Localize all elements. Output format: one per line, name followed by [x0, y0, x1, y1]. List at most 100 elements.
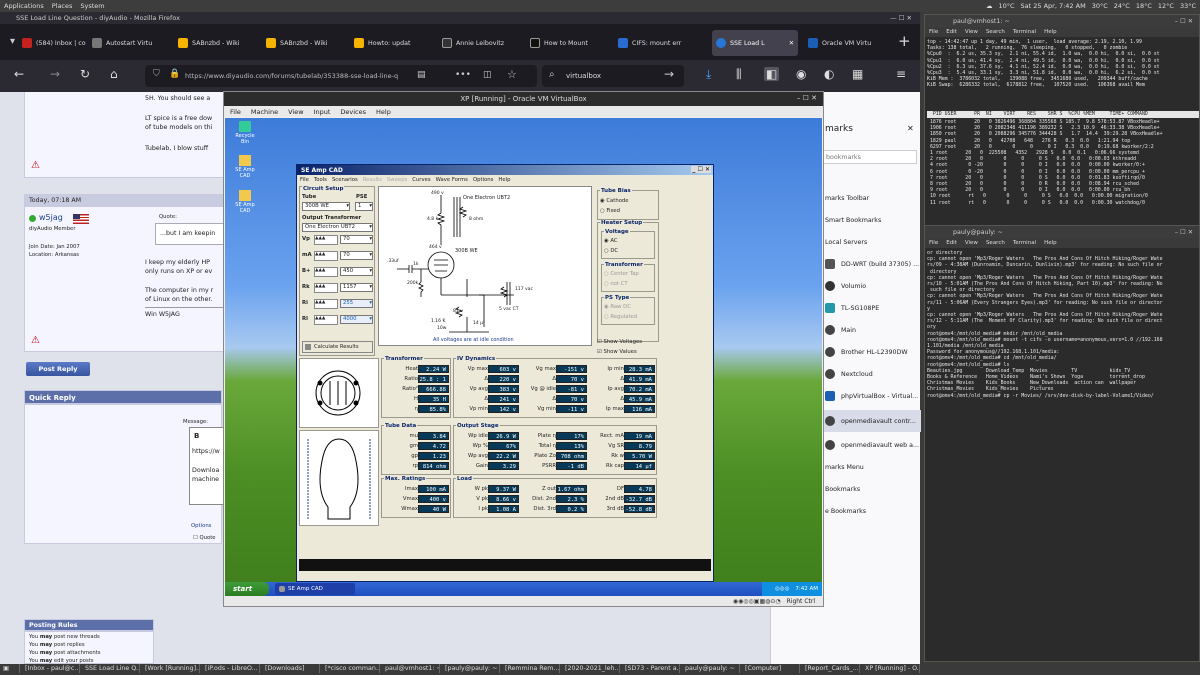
show-desktop-icon[interactable]: ▣	[0, 664, 20, 673]
tab[interactable]: Howto: updat	[350, 30, 436, 56]
home-icon[interactable]: ⌂	[110, 67, 118, 81]
start-button[interactable]: start	[225, 582, 269, 596]
tab[interactable]: SABnzbd - Wiki	[262, 30, 348, 56]
tab[interactable]: Oracle VM Virtu	[804, 30, 884, 56]
close-tab-icon[interactable]: ✕	[789, 40, 794, 47]
not-ct-radio[interactable]: ○ not CT	[604, 281, 628, 287]
tab[interactable]: Autostart Virtu	[88, 30, 172, 56]
param-stepper[interactable]: ▲▲▲	[314, 235, 338, 245]
menu-devices[interactable]: Devices	[340, 108, 366, 116]
param-input[interactable]: 450 ▾	[340, 267, 373, 276]
param-input[interactable]: 4000 ▾	[340, 315, 373, 324]
taskbar-item[interactable]: [Work [Running]...	[142, 664, 200, 673]
account-icon[interactable]: ◉	[796, 67, 806, 81]
regulated-radio[interactable]: ○ Regulated	[604, 314, 637, 320]
se-menu-waveforms[interactable]: Wave Forms	[436, 177, 468, 183]
menu-help[interactable]: Help	[1044, 29, 1057, 35]
library-icon[interactable]: ⫼	[736, 67, 742, 82]
reader-view-icon[interactable]: ▤	[417, 70, 426, 80]
process-list[interactable]: 1876 root 20 0 3826496 368804 335568 S 1…	[927, 119, 1199, 219]
taskbar-item[interactable]: [Inbox - paul@c...	[22, 664, 80, 673]
bookmark-search-input[interactable]: bookmarks	[821, 150, 917, 164]
taskbar-task[interactable]: SE Amp CAD	[275, 583, 355, 595]
taskbar-item[interactable]: [SD73 - Parent a...	[622, 664, 680, 673]
tab[interactable]: (584) Inbox | co	[18, 30, 86, 56]
menu-edit[interactable]: Edit	[946, 240, 957, 246]
se-menu-scenarios[interactable]: Scenarios	[332, 177, 358, 183]
url-text[interactable]: https://www.diyaudio.com/forums/tubelab/…	[185, 72, 398, 80]
search-go-icon[interactable]: →	[664, 67, 674, 81]
back-icon[interactable]: ←	[14, 67, 24, 81]
menu-terminal[interactable]: Terminal	[1013, 240, 1036, 246]
se-menu-tools[interactable]: Tools	[314, 177, 327, 183]
applications-menu[interactable]: Applications	[4, 2, 44, 10]
desktop-icon[interactable]: SE Amp CAD	[231, 155, 259, 179]
shield-icon[interactable]: ⛉	[153, 69, 160, 79]
se-menu-curves[interactable]: Curves	[412, 177, 430, 183]
menu-search[interactable]: Search	[986, 240, 1005, 246]
se-window-controls[interactable]: _ ☐ ✕	[691, 166, 711, 173]
se-menu-help[interactable]: Help	[498, 177, 510, 183]
se-menu-results[interactable]: Results	[363, 177, 382, 183]
vbox-window-controls[interactable]: – ☐ ✕	[797, 94, 817, 102]
tab[interactable]: SABnzbd - Wiki	[174, 30, 260, 56]
report-icon[interactable]: ⚠	[31, 335, 40, 346]
extensions-grid-icon[interactable]: ▦	[852, 67, 863, 81]
taskbar-item[interactable]: XP [Running] - O...	[862, 664, 920, 673]
pocket-icon[interactable]: ◫	[483, 70, 492, 80]
forward-icon[interactable]: →	[50, 67, 60, 81]
menu-view[interactable]: View	[965, 240, 978, 246]
new-tab-icon[interactable]: +	[898, 32, 911, 50]
param-stepper[interactable]: ▲▲▲	[314, 251, 338, 261]
sidebar-close-icon[interactable]: ✕	[907, 124, 914, 133]
dc-radio[interactable]: ○ DC	[604, 248, 618, 254]
taskbar-item[interactable]: [Downloads]	[262, 664, 320, 673]
taskbar-item[interactable]: [*cisco comman...	[322, 664, 380, 673]
menu-view[interactable]: View	[965, 29, 978, 35]
terminal-output[interactable]: top - 14:42:47 up 1 day, 49 min, 1 user,…	[927, 39, 1199, 109]
show-voltages-checkbox[interactable]: ☑ Show Voltages	[597, 339, 642, 345]
downloads-icon[interactable]: ⤓	[706, 67, 711, 82]
report-icon[interactable]: ⚠	[31, 160, 40, 171]
window-controls[interactable]: – ☐ ✕	[1175, 229, 1193, 236]
param-stepper[interactable]: ▲▲▲	[314, 267, 338, 277]
menu-file[interactable]: File	[929, 240, 938, 246]
menu-file[interactable]: File	[929, 29, 938, 35]
taskbar-item[interactable]: [iP.ods - LibreO...	[202, 664, 260, 673]
message-editor[interactable]: B https://w Downloa machine	[189, 427, 225, 505]
taskbar-item[interactable]: [pauly@pauly: ~	[442, 664, 500, 673]
extension-icon[interactable]: ◐	[824, 67, 834, 81]
cathode-radio[interactable]: ◉ Cathode	[600, 198, 629, 204]
se-menu-file[interactable]: File	[300, 177, 309, 183]
clock[interactable]: Sat 25 Apr, 7:42 AM	[1021, 2, 1086, 10]
window-controls[interactable]: — ☐ ✕	[890, 14, 912, 22]
calculate-results-button[interactable]: Calculate Results	[302, 341, 373, 353]
param-stepper[interactable]: ▲▲▲	[314, 315, 338, 325]
se-menu-sweeps[interactable]: Sweeps	[387, 177, 407, 183]
pse-select[interactable]: 1 ▾	[355, 202, 373, 211]
search-input[interactable]: virtualbox	[566, 72, 601, 80]
menu-file[interactable]: File	[230, 108, 241, 116]
menu-search[interactable]: Search	[986, 29, 1005, 35]
quote-checkbox[interactable]: ☐ Quote	[193, 535, 216, 541]
window-controls[interactable]: – ☐ ✕	[1175, 18, 1193, 25]
lock-icon[interactable]: 🔒	[169, 69, 180, 79]
param-input[interactable]: 1157 ▾	[340, 283, 373, 292]
tab[interactable]: How to Mount	[526, 30, 612, 56]
vbox-status-icons[interactable]: ◉◉◎◎▣▦◍⊙◔	[733, 598, 781, 605]
ot-select[interactable]: One Electron UBT2 ▾	[302, 223, 373, 232]
terminal-output[interactable]: or directory cp: cannot open 'Mp3/Roger W…	[927, 250, 1199, 430]
url-bar[interactable]: ⛉ 🔒 https://www.diyaudio.com/forums/tube…	[145, 65, 537, 87]
taskbar-item[interactable]: paul@vmhost1: ~	[382, 664, 440, 673]
tab[interactable]: Annie Leibovitz	[438, 30, 524, 56]
taskbar-item[interactable]: [Report_Cards_...	[802, 664, 860, 673]
show-values-checkbox[interactable]: ☑ Show Values	[597, 349, 637, 355]
tray-icons[interactable]: ◎◎◎	[775, 586, 789, 592]
tab-active[interactable]: SSE Load L ✕	[712, 30, 798, 56]
param-input[interactable]: 70 ▾	[340, 251, 373, 260]
taskbar-item[interactable]: pauly@pauly: ~	[682, 664, 740, 673]
search-bar[interactable]: ⌕ virtualbox →	[542, 65, 684, 87]
menu-help[interactable]: Help	[376, 108, 391, 116]
system-menu[interactable]: System	[80, 2, 104, 10]
param-stepper[interactable]: ▲▲▲	[314, 283, 338, 293]
